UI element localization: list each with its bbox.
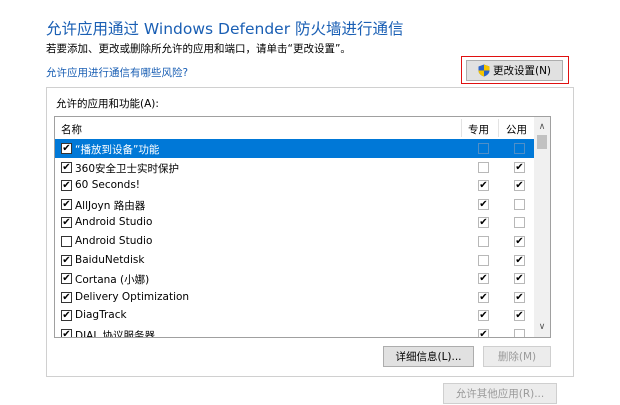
enabled-checkbox[interactable]: ✔ [61,217,72,229]
enabled-checkbox[interactable]: ✔ [61,161,72,173]
list-rows: ✔ “播放到设备”功能 ✔ 360安全卫士实时保护 ✔ ✔ 60 Seconds! ✔ ✔ ✔ Al… [55,139,535,338]
private-checkbox[interactable] [478,254,489,266]
public-checkbox[interactable] [514,328,525,337]
app-name: Android Studio [75,216,153,229]
private-checkbox[interactable] [478,235,489,247]
uac-shield-icon [478,64,490,77]
column-header-private[interactable]: 专用 [468,122,489,137]
app-name: AllJoyn 路由器 [75,199,146,212]
private-checkbox[interactable]: ✔ [478,180,489,192]
private-checkbox[interactable] [478,143,489,154]
public-checkbox[interactable]: ✔ [514,235,525,247]
public-checkbox[interactable] [514,217,525,229]
app-name: 360安全卫士实时保护 [75,162,180,175]
table-row[interactable]: ✔ “播放到设备”功能 [55,139,535,158]
scroll-up-icon[interactable]: ∧ [534,119,550,135]
private-checkbox[interactable]: ✔ [478,198,489,210]
public-checkbox[interactable] [514,198,525,210]
table-row[interactable]: ✔ DiagTrack ✔ ✔ [55,306,535,325]
enabled-checkbox[interactable]: ✔ [61,310,72,322]
public-checkbox[interactable]: ✔ [514,273,525,285]
table-row[interactable]: ✔ DIAL 协议服务器 ✔ [55,325,535,338]
table-row[interactable]: ✔ Android Studio ✔ [55,213,535,232]
private-checkbox[interactable]: ✔ [478,310,489,322]
app-name: Android Studio [75,234,153,247]
risk-info-link[interactable]: 允许应用进行通信有哪些风险? [46,65,188,80]
enabled-checkbox[interactable]: ✔ [61,273,72,285]
allowed-apps-label: 允许的应用和功能(A): [56,98,159,110]
table-row[interactable]: ✔ 60 Seconds! ✔ ✔ [55,176,535,195]
list-scrollbar[interactable]: ∧ ∨ [534,117,550,337]
column-header-name[interactable]: 名称 [61,122,82,137]
app-name: “播放到设备”功能 [75,144,160,156]
list-header: 名称 专用 公用 [55,117,535,139]
allowed-apps-list[interactable]: 名称 专用 公用 ✔ “播放到设备”功能 ✔ 360安全卫士实时保护 ✔ ✔ 60 Seco… [54,116,551,338]
private-checkbox[interactable]: ✔ [478,217,489,229]
change-settings-label: 更改设置(N) [492,65,552,77]
table-row[interactable]: ✔ Cortana (小娜) ✔ ✔ [55,269,535,288]
scroll-thumb[interactable] [537,135,547,149]
app-name: Delivery Optimization [75,290,190,303]
table-row[interactable]: ✔ Delivery Optimization ✔ ✔ [55,288,535,307]
private-checkbox[interactable]: ✔ [478,273,489,285]
enabled-checkbox[interactable]: ✔ [61,291,72,303]
enabled-checkbox[interactable]: ✔ [61,198,72,210]
app-name: DIAL 协议服务器 [75,329,156,338]
enabled-checkbox[interactable] [61,235,72,247]
page-subtitle: 若要添加、更改或删除所允许的应用和端口，请单击“更改设置”。 [46,43,351,55]
public-checkbox[interactable]: ✔ [514,180,525,192]
allow-other-app-button: 允许其他应用(R)... [443,383,557,404]
page-title: 允许应用通过 Windows Defender 防火墙进行通信 [46,20,404,38]
change-settings-button[interactable]: 更改设置(N) [466,60,563,81]
enabled-checkbox[interactable]: ✔ [61,328,72,337]
enabled-checkbox[interactable]: ✔ [61,254,72,266]
app-name: Cortana (小娜) [75,274,150,287]
column-header-public[interactable]: 公用 [506,122,527,137]
table-row[interactable]: ✔ AllJoyn 路由器 ✔ [55,195,535,214]
public-checkbox[interactable] [514,143,525,154]
private-checkbox[interactable]: ✔ [478,328,489,337]
app-name: DiagTrack [75,309,127,322]
enabled-checkbox[interactable]: ✔ [61,143,72,154]
table-row[interactable]: ✔ BaiduNetdisk ✔ [55,251,535,270]
app-name: 60 Seconds! [75,179,141,192]
remove-button: 删除(M) [483,346,551,367]
column-divider [498,119,499,137]
public-checkbox[interactable]: ✔ [514,291,525,303]
private-checkbox[interactable] [478,161,489,173]
app-name: BaiduNetdisk [75,253,145,266]
private-checkbox[interactable]: ✔ [478,291,489,303]
public-checkbox[interactable]: ✔ [514,310,525,322]
scroll-down-icon[interactable]: ∨ [534,319,550,335]
column-divider [461,119,462,137]
public-checkbox[interactable]: ✔ [514,161,525,173]
table-row[interactable]: ✔ 360安全卫士实时保护 ✔ [55,158,535,177]
table-row[interactable]: Android Studio ✔ [55,232,535,251]
details-button[interactable]: 详细信息(L)... [383,346,474,367]
enabled-checkbox[interactable]: ✔ [61,180,72,192]
public-checkbox[interactable]: ✔ [514,254,525,266]
